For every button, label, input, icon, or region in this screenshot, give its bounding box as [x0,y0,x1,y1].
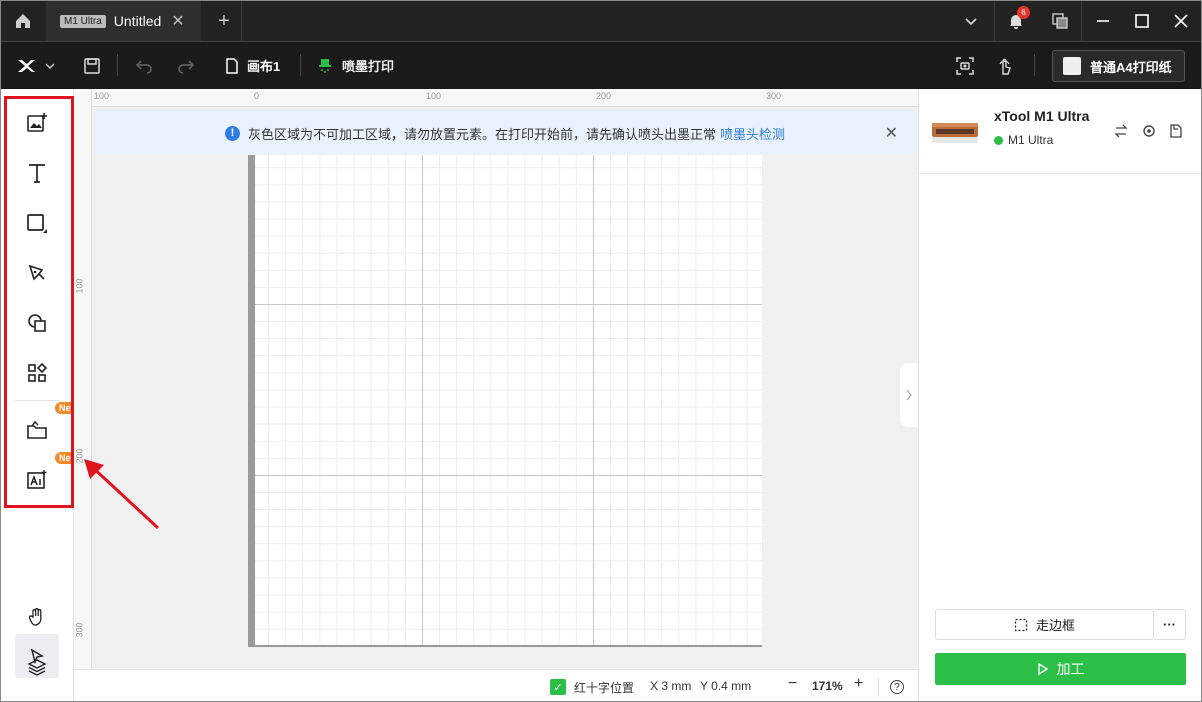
notice-text: 灰色区域为不可加工区域，请勿放置元素。在打印开始前，请先确认喷头出墨正常 [247,126,716,142]
new-tab-button[interactable]: + [209,1,239,41]
hand-icon [28,608,42,626]
ruler-label: 100 [426,91,442,101]
canvas-name: 画布1 [247,59,281,74]
tab-title: Untitled [113,13,162,29]
paper-canvas[interactable] [248,155,762,647]
maximize-icon[interactable] [1122,1,1162,41]
divider [117,54,118,76]
print-mode-label: 喷墨打印 [342,59,395,74]
chevron-down-icon[interactable] [951,1,991,41]
help-icon[interactable]: ? [890,680,904,694]
collapse-panel-button[interactable] [900,363,918,427]
redo-button[interactable] [177,42,195,89]
touch-icon [999,58,1011,75]
undo-button[interactable] [135,42,153,89]
machine-model: M1 Ultra [1008,133,1054,147]
canvas-selector[interactable]: 画布1 [225,42,280,89]
notification-count-badge: 6 [1017,6,1030,19]
scan-icon [956,56,974,75]
paper-label: 普通A4打印纸 [1090,59,1172,75]
divider [300,54,301,76]
process-button[interactable]: 加工 [935,653,1186,685]
zoom-out-button[interactable]: − [788,675,797,693]
more-options-button[interactable]: ··· [1154,609,1186,640]
pointer-tool-button[interactable] [996,42,1014,89]
y-coordinate: Y 0.4 mm [700,679,752,693]
main-toolbar: 画布1 喷墨打印 普通A4打印纸 [0,42,1202,89]
machine-name: xTool M1 Ultra [994,108,1090,124]
minimize-icon[interactable] [1083,1,1123,41]
ruler-vertical: 100 200 300 [74,89,92,669]
ruler-label: 100 [74,278,85,294]
redo-icon [178,59,195,74]
ruler-label: 200 [596,91,612,101]
divider [241,1,242,41]
unprintable-margin [248,155,255,647]
tab-close-icon[interactable]: ✕ [171,11,184,31]
device-badge: M1 Ultra [60,14,106,28]
print-mode-selector[interactable]: 喷墨打印 [317,42,394,89]
close-window-icon[interactable] [1161,1,1201,41]
divider [878,678,879,696]
switch-device-icon[interactable] [1110,120,1132,142]
title-bar: M1 Ultra Untitled ✕ + 6 [0,0,1202,42]
zoom-in-button[interactable]: + [854,675,863,693]
highlight-box [4,96,74,508]
crosshair-label: 红十字位置 [574,681,635,695]
inkjet-icon [319,58,331,73]
status-bar: ✓ 红十字位置 X 3 mm Y 0.4 mm − 171% + ? [74,669,918,702]
ruler-label: 300 [74,622,85,638]
ruler-label: 300 [766,91,782,101]
info-icon: ! [224,125,240,141]
save-icon [84,57,100,74]
ruler-label: 0 [254,91,260,101]
save-button[interactable] [83,42,101,89]
divider [919,173,1202,174]
crosshair-checkbox[interactable]: ✓ [550,679,566,695]
play-icon [1037,663,1048,675]
ruler-horizontal: 100 0 100 200 300 [74,89,918,107]
bell-icon[interactable]: 6 [996,1,1036,41]
layers-button[interactable] [17,647,57,687]
device-settings-icon[interactable] [1138,120,1160,142]
divider [1034,54,1035,76]
paper-swatch [1063,57,1081,75]
camera-scan-button[interactable] [955,42,975,89]
notice-banner: ! 灰色区域为不可加工区域，请勿放置元素。在打印开始前，请先确认喷头出墨正常 喷… [94,111,916,155]
document-tab[interactable]: M1 Ultra Untitled ✕ [46,1,201,41]
x-coordinate: X 3 mm [650,679,692,693]
process-button-label: 加工 [1056,661,1085,677]
frame-button-label: 走边框 [1035,618,1075,633]
frame-button[interactable]: 走边框 [935,609,1154,640]
machine-thumbnail [931,121,979,145]
document-icon [226,57,238,74]
divider [994,1,995,41]
notice-close-icon[interactable]: ✕ [885,123,898,143]
chevron-down-icon [45,63,55,69]
machine-status: M1 Ultra [994,133,1053,147]
dashed-frame-icon [1014,618,1028,631]
zoom-level[interactable]: 171% [812,679,843,693]
annotation-arrow [84,459,160,530]
undo-icon [135,59,152,74]
divider [1081,1,1082,41]
ruler-label: 100 [94,91,110,101]
paper-select-button[interactable]: 普通A4打印纸 [1052,50,1185,82]
nozzle-check-link[interactable]: 喷墨头检测 [720,124,785,143]
layers-icon [27,659,47,676]
chevron-right-icon [906,389,912,401]
device-file-icon[interactable] [1165,120,1187,142]
app-menu-button[interactable] [16,42,56,89]
xtool-logo-icon [18,59,35,72]
device-panel: xTool M1 Ultra M1 Ultra 走边框 ··· 加工 [918,89,1202,702]
home-icon[interactable] [1,1,45,41]
connected-status-icon [994,135,1003,145]
hand-tool-button[interactable] [17,597,57,637]
windows-icon[interactable] [1040,1,1080,41]
canvas-area[interactable]: 100 0 100 200 300 100 200 300 ! 灰色区域为不可加… [74,89,918,669]
